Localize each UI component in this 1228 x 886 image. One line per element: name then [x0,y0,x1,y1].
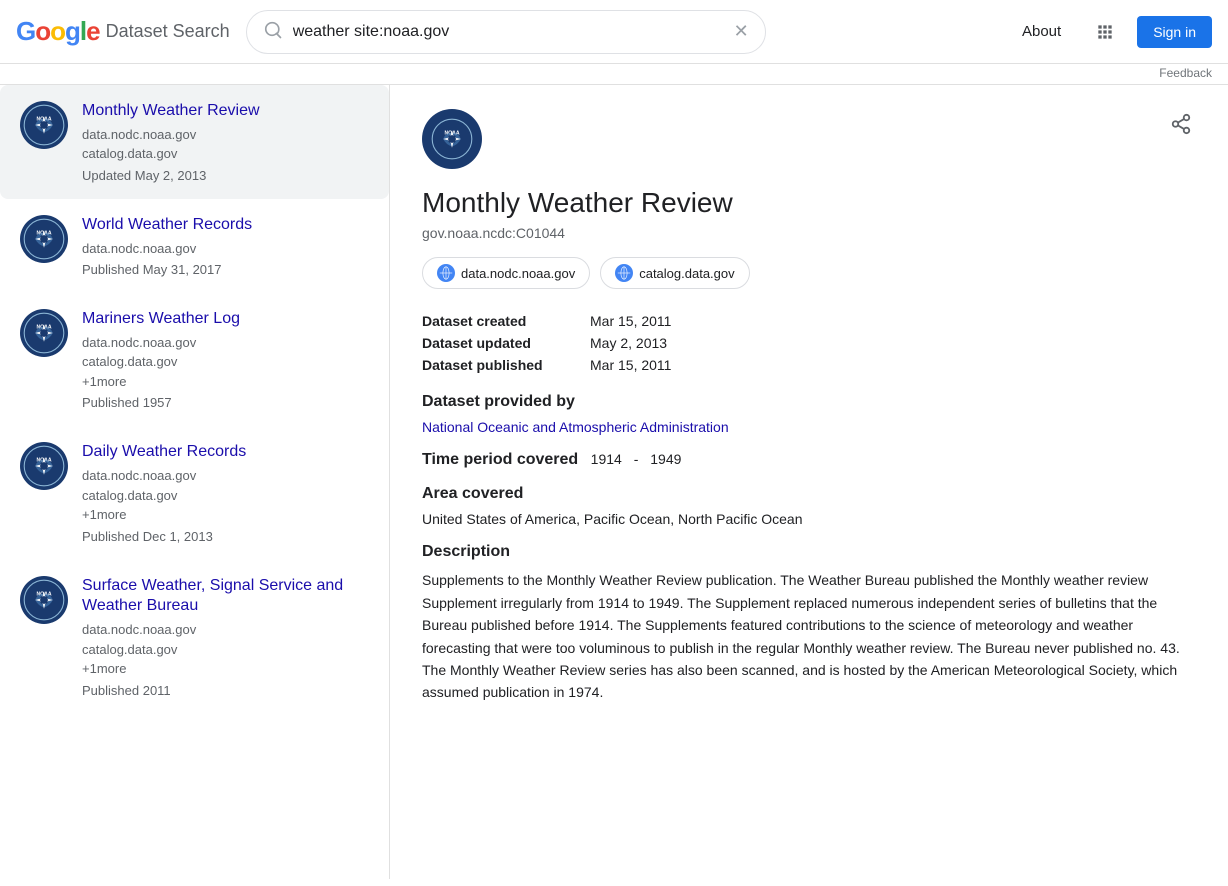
header-right: About Sign in [1010,12,1212,52]
dataset-created-value: Mar 15, 2011 [590,313,671,329]
search-input[interactable] [293,23,724,41]
search-bar: ✕ [246,10,766,54]
result-title-0: Monthly Weather Review [82,101,369,122]
source-text: data.nodc.noaa.gov [82,466,369,486]
result-item-1[interactable]: NOAA World Weather Records data.nodc.noa… [0,199,389,293]
result-info-0: Monthly Weather Review data.nodc.noaa.go… [82,101,369,183]
result-title-3: Daily Weather Records [82,442,369,463]
result-source-4: data.nodc.noaa.govcatalog.data.gov+1more [82,620,369,679]
share-icon [1170,118,1192,140]
provider-link[interactable]: National Oceanic and Atmospheric Adminis… [422,419,729,435]
result-date-0: Updated May 2, 2013 [82,168,369,183]
detail-panel: NOAA Monthly We [390,85,1228,879]
result-logo-2: NOAA [20,309,68,357]
clear-icon[interactable]: ✕ [734,21,749,42]
globe-icon-0 [437,264,455,282]
feedback-link[interactable]: Feedback [1159,66,1212,80]
result-source-1: data.nodc.noaa.gov [82,239,369,259]
header: Google Dataset Search ✕ About Sign in [0,0,1228,64]
source-text: catalog.data.gov [82,486,369,506]
dataset-updated-row: Dataset updated May 2, 2013 [422,335,1196,351]
product-name: Dataset Search [106,21,230,42]
result-item-3[interactable]: NOAA Daily Weather Records data.nodc.noa… [0,426,389,559]
source-text: data.nodc.noaa.gov [82,239,369,259]
chip-label-0: data.nodc.noaa.gov [461,266,575,281]
source-text: catalog.data.gov [82,640,369,660]
result-info-3: Daily Weather Records data.nodc.noaa.gov… [82,442,369,543]
result-title-4: Surface Weather, Signal Service and Weat… [82,576,369,618]
results-list: NOAA Monthly Weather Review data.nodc.no… [0,85,390,879]
result-title-1: World Weather Records [82,215,369,236]
description-text: Supplements to the Monthly Weather Revie… [422,569,1196,703]
source-chip-0[interactable]: data.nodc.noaa.gov [422,257,590,289]
result-logo-1: NOAA [20,215,68,263]
time-period-value: 1914 - 1949 [591,451,682,467]
search-icon [263,20,283,43]
dataset-created-label: Dataset created [422,313,582,329]
source-text: catalog.data.gov [82,352,369,372]
detail-id: gov.noaa.ncdc:C01044 [422,225,1196,241]
result-logo-3: NOAA [20,442,68,490]
time-end: 1949 [650,451,681,467]
source-text: data.nodc.noaa.gov [82,125,369,145]
time-period-title: Time period covered 1914 - 1949 [422,451,1196,469]
result-info-1: World Weather Records data.nodc.noaa.gov… [82,215,369,277]
result-logo-4: NOAA [20,576,68,624]
dataset-created-row: Dataset created Mar 15, 2011 [422,313,1196,329]
time-dash: - [634,451,643,467]
area-covered-title: Area covered [422,485,1196,503]
noaa-logo-svg: NOAA [430,117,474,161]
result-source-0: data.nodc.noaa.govcatalog.data.gov [82,125,369,164]
result-logo-0: NOAA [20,101,68,149]
result-info-2: Mariners Weather Log data.nodc.noaa.govc… [82,309,369,410]
feedback-bar: Feedback [0,64,1228,85]
google-logo: Google [16,16,100,47]
description-title: Description [422,543,1196,561]
about-link[interactable]: About [1010,15,1073,48]
result-item-2[interactable]: NOAA Mariners Weather Log data.nodc.noaa… [0,293,389,426]
detail-header: NOAA [422,109,1196,169]
dataset-published-label: Dataset published [422,357,582,373]
dataset-published-row: Dataset published Mar 15, 2011 [422,357,1196,373]
source-text: data.nodc.noaa.gov [82,620,369,640]
share-button[interactable] [1166,109,1196,145]
globe-icon-1 [615,264,633,282]
dataset-published-value: Mar 15, 2011 [590,357,671,373]
extra-sources: +1more [82,505,369,525]
extra-sources: +1more [82,659,369,679]
main-content: NOAA Monthly Weather Review data.nodc.no… [0,85,1228,879]
source-chips: data.nodc.noaa.gov catalog.data.gov [422,257,1196,289]
dataset-updated-value: May 2, 2013 [590,335,667,351]
result-item-0[interactable]: NOAA Monthly Weather Review data.nodc.no… [0,85,389,199]
meta-section: Dataset created Mar 15, 2011 Dataset upd… [422,313,1196,373]
apps-icon[interactable] [1085,12,1125,52]
result-date-2: Published 1957 [82,395,369,410]
result-date-3: Published Dec 1, 2013 [82,529,369,544]
chip-label-1: catalog.data.gov [639,266,734,281]
source-text: data.nodc.noaa.gov [82,333,369,353]
provided-by-title: Dataset provided by [422,393,1196,411]
result-date-1: Published May 31, 2017 [82,262,369,277]
result-date-4: Published 2011 [82,683,369,698]
source-chip-1[interactable]: catalog.data.gov [600,257,749,289]
detail-title: Monthly Weather Review [422,185,1196,221]
time-start: 1914 [591,451,622,467]
source-text: catalog.data.gov [82,144,369,164]
result-item-4[interactable]: NOAA Surface Weather, Signal Service and… [0,560,389,714]
extra-sources: +1more [82,372,369,392]
dataset-updated-label: Dataset updated [422,335,582,351]
result-title-2: Mariners Weather Log [82,309,369,330]
result-source-2: data.nodc.noaa.govcatalog.data.gov+1more [82,333,369,392]
detail-logo: NOAA [422,109,482,169]
result-info-4: Surface Weather, Signal Service and Weat… [82,576,369,698]
result-source-3: data.nodc.noaa.govcatalog.data.gov+1more [82,466,369,525]
sign-in-button[interactable]: Sign in [1137,16,1212,48]
logo-link[interactable]: Google Dataset Search [16,16,230,47]
area-covered-value: United States of America, Pacific Ocean,… [422,511,1196,527]
